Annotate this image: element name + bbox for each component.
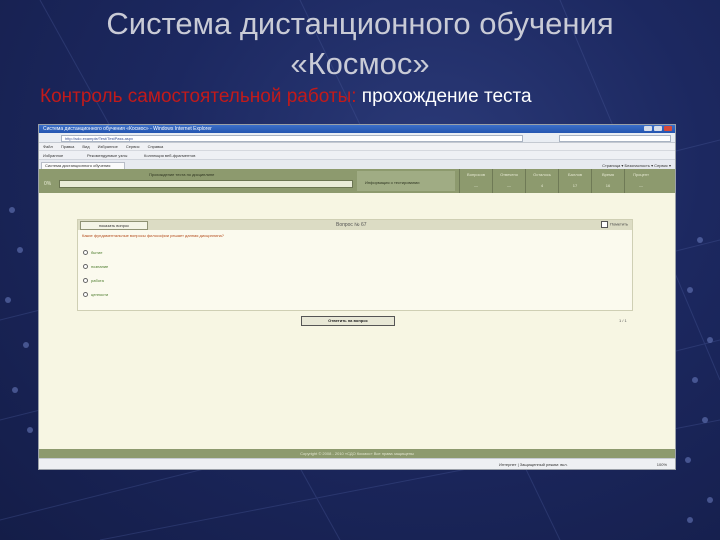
menu-item-favorites[interactable]: Избранное: [98, 144, 118, 149]
flag-checkbox[interactable]: Пометить: [601, 221, 628, 228]
stat-value: —: [474, 183, 478, 188]
answer-option-label: бытие: [91, 250, 103, 255]
browser-screenshot: Система дистанционного обучения «Космос»…: [38, 124, 676, 470]
answer-option[interactable]: бытие: [83, 250, 103, 256]
address-input[interactable]: http://sdo.example/Test/TestPass.aspx: [61, 135, 523, 142]
favorites-bar: Избранное Рекомендуемые узлы Коллекция в…: [39, 151, 675, 160]
answer-option-label: познание: [91, 264, 109, 269]
test-info-box: Информация о тестировании: [357, 171, 455, 191]
stat-header: Баллов: [568, 172, 582, 177]
progress-percent: 0%: [44, 181, 52, 187]
show-question-button[interactable]: показать вопрос: [80, 221, 148, 230]
stat-value: 17: [572, 183, 578, 188]
question-panel: показать вопрос Вопрос № 67 Пометить Как…: [77, 219, 633, 311]
minimize-icon[interactable]: [644, 126, 652, 131]
browser-titlebar: Система дистанционного обучения «Космос»…: [39, 125, 675, 133]
stat-column: Баллов 17: [558, 169, 591, 193]
test-body: показать вопрос Вопрос № 67 Пометить Как…: [39, 193, 675, 455]
menu-item-tools[interactable]: Сервис: [126, 144, 140, 149]
stat-value: —: [639, 183, 643, 188]
subtitle-accent: Контроль самостоятельной работы:: [40, 86, 357, 107]
menu-item-edit[interactable]: Правка: [61, 144, 75, 149]
address-text: http://sdo.example/Test/TestPass.aspx: [65, 136, 134, 141]
slide-title-line1: Система дистанционного обучения: [106, 6, 614, 41]
question-number: Вопрос № 67: [336, 222, 367, 228]
address-bar: http://sdo.example/Test/TestPass.aspx: [39, 133, 675, 143]
radio-icon[interactable]: [83, 278, 88, 284]
page-footer: Copyright © 2008 - 2010 «СДО Космос» Все…: [39, 449, 675, 458]
subtitle-rest: прохождение теста: [356, 86, 532, 107]
stat-value: —: [507, 183, 511, 188]
slide-title-line2: «Космос»: [290, 46, 430, 81]
menu-bar: Файл Правка Вид Избранное Сервис Справка: [39, 143, 675, 151]
window-controls: [644, 126, 672, 131]
slide-subtitle: Контроль самостоятельной работы: прохожд…: [40, 86, 532, 108]
stat-column: Отвечено —: [492, 169, 525, 193]
slide-title: Система дистанционного обучения «Космос»: [0, 4, 720, 84]
test-header-label: Прохождение теста по дисциплине: [149, 172, 215, 177]
answer-option[interactable]: познание: [83, 264, 109, 270]
question-pager: 1 / 1: [619, 318, 627, 323]
submit-answer-button[interactable]: Ответить на вопрос: [301, 316, 395, 326]
test-stats: Вопросов — Отвечено — Осталось 4 Баллов 17 В…: [459, 169, 657, 193]
stat-column: Осталось 4: [525, 169, 558, 193]
search-input[interactable]: [559, 135, 671, 142]
menu-item-view[interactable]: Вид: [82, 144, 89, 149]
radio-icon[interactable]: [83, 264, 88, 270]
stat-header: Время: [601, 172, 615, 177]
menu-item-help[interactable]: Справка: [148, 144, 164, 149]
zoom-level[interactable]: 100%: [657, 462, 667, 467]
question-text: Какие фундаментальные вопросы философии …: [82, 233, 224, 238]
stat-column: Вопросов —: [459, 169, 492, 193]
checkbox-icon[interactable]: [601, 221, 609, 228]
stat-header: Вопросов: [467, 172, 485, 177]
test-progress-bar: [59, 180, 353, 188]
stat-value: 16: [605, 183, 611, 188]
answer-option-label: ценности: [91, 292, 109, 297]
menu-item-file[interactable]: Файл: [43, 144, 53, 149]
favorites-item[interactable]: Избранное: [43, 153, 63, 158]
maximize-icon[interactable]: [654, 126, 662, 131]
test-info-label: Информация о тестировании: [365, 180, 420, 185]
radio-icon[interactable]: [83, 250, 88, 256]
stat-header: Отвечено: [500, 172, 518, 177]
radio-icon[interactable]: [83, 292, 88, 298]
browser-window-title: Система дистанционного обучения «Космос»…: [43, 126, 212, 132]
stat-value: 4: [540, 183, 544, 188]
flag-label: Пометить: [610, 221, 628, 227]
answer-option[interactable]: ценности: [83, 292, 109, 298]
answer-option[interactable]: работа: [83, 278, 104, 284]
question-panel-header: показать вопрос Вопрос № 67 Пометить: [78, 220, 632, 230]
stat-header: Процент: [633, 172, 649, 177]
stat-column: Процент —: [624, 169, 657, 193]
security-zone: Интернет | Защищенный режим: вкл.: [499, 462, 568, 467]
command-bar[interactable]: Страница ▾ Безопасность ▾ Сервис ▾: [602, 163, 671, 168]
favorites-item[interactable]: Рекомендуемые узлы: [87, 153, 127, 158]
stat-header: Осталось: [533, 172, 551, 177]
copyright-text: Copyright © 2008 - 2010 «СДО Космос» Все…: [300, 451, 414, 456]
test-header: 0% Прохождение теста по дисциплине Инфор…: [39, 169, 675, 193]
close-icon[interactable]: [664, 126, 672, 131]
favorites-item[interactable]: Коллекция веб-фрагментов: [144, 153, 195, 158]
answer-option-label: работа: [91, 278, 104, 283]
stat-column: Время 16: [591, 169, 624, 193]
status-bar: Интернет | Защищенный режим: вкл. 100%: [39, 458, 675, 469]
